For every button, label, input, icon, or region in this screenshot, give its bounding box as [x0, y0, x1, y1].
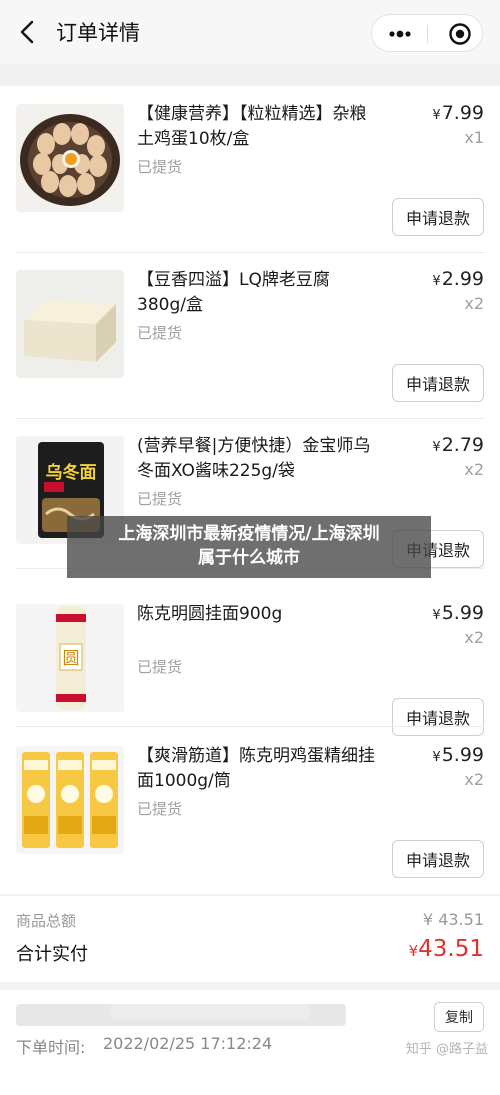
item-quantity: x2 [464, 628, 484, 647]
goods-total-label: 商品总额 [16, 912, 77, 930]
watermark: 知乎 @路子益 [405, 1042, 488, 1057]
divider [16, 726, 484, 727]
item-status: 已提货 [137, 658, 183, 676]
noodle-roll-label: 圆 [63, 649, 80, 669]
item-quantity: x2 [464, 294, 484, 313]
capsule-divider [427, 25, 428, 43]
chevron-left-icon [20, 20, 34, 44]
price-summary: 商品总额 ¥ 43.51 合计实付 ¥43.51 [0, 896, 500, 982]
item-status: 已提货 [137, 800, 183, 818]
udon-pack-label: 乌冬面 [46, 462, 97, 483]
item-quantity: x2 [464, 460, 484, 479]
item-price: ¥5.99 [432, 602, 484, 624]
item-name: 【豆香四溢】LQ牌老豆腐380g/盒 [137, 270, 330, 315]
order-time-value: 2022/02/25 17:12:24 [103, 1034, 273, 1053]
actual-paid-label: 合计实付 [16, 944, 88, 965]
item-status: 已提货 [137, 324, 183, 342]
back-button[interactable] [14, 16, 42, 48]
order-item: 【豆香四溢】LQ牌老豆腐380g/盒 已提货 ¥2.99 x2 申请退款 [0, 252, 500, 418]
nav-bar: 订单详情 [0, 0, 500, 64]
more-dots-button[interactable] [386, 23, 414, 45]
target-circle-icon [449, 23, 471, 45]
goods-total-value: ¥ 43.51 [422, 910, 484, 929]
item-quantity: x1 [464, 128, 484, 147]
mini-program-capsule [371, 14, 483, 52]
header-strip [0, 64, 500, 86]
item-name: 【爽滑筋道】陈克明鸡蛋精细挂面1000g/筒 [137, 746, 375, 791]
item-price: ¥2.79 [432, 434, 484, 456]
order-number-redacted [110, 1004, 310, 1020]
caption-overlay: 上海深圳市最新疫情情况/上海深圳 属于什么城市 [67, 516, 431, 578]
refund-button[interactable]: 申请退款 [392, 840, 484, 878]
caption-line: 上海深圳市最新疫情情况/上海深圳 [118, 524, 380, 544]
order-items: 【健康营养】【粒粒精选】杂粮土鸡蛋10枚/盒 已提货 ¥7.99 x1 申请退款… [0, 86, 500, 894]
close-miniprogram-button[interactable] [448, 22, 472, 46]
refund-button[interactable]: 申请退款 [392, 364, 484, 402]
order-item: 【爽滑筋道】陈克明鸡蛋精细挂面1000g/筒 已提货 ¥5.99 x2 申请退款 [0, 728, 500, 894]
refund-button[interactable]: 申请退款 [392, 198, 484, 236]
item-quantity: x2 [464, 770, 484, 789]
item-name: (营养早餐|方便快捷）金宝师乌冬面XO酱味225g/袋 [137, 436, 371, 481]
item-status: 已提货 [137, 158, 183, 176]
more-dots-icon [389, 30, 411, 38]
egg-noodle-packs-image [16, 746, 124, 854]
order-info: 复制 下单时间: 2022/02/25 17:12:24 知乎 @路子益 [0, 990, 500, 1095]
actual-paid-value: ¥43.51 [408, 936, 484, 962]
item-name: 【健康营养】【粒粒精选】杂粮土鸡蛋10枚/盒 [137, 104, 367, 149]
noodle-roll-image: 圆 [16, 604, 124, 712]
order-time-label: 下单时间: [16, 1038, 86, 1057]
tofu-image [16, 270, 124, 378]
order-item: 【健康营养】【粒粒精选】杂粮土鸡蛋10枚/盒 已提货 ¥7.99 x1 申请退款 [0, 86, 500, 252]
item-price: ¥5.99 [432, 744, 484, 766]
copy-button[interactable]: 复制 [434, 1002, 484, 1032]
item-price: ¥2.99 [432, 268, 484, 290]
item-price: ¥7.99 [432, 102, 484, 124]
item-name: 陈克明圆挂面900g [137, 604, 283, 624]
page-title: 订单详情 [56, 21, 140, 45]
eggs-image [16, 104, 124, 212]
caption-line: 属于什么城市 [198, 548, 300, 568]
item-status: 已提货 [137, 490, 183, 508]
